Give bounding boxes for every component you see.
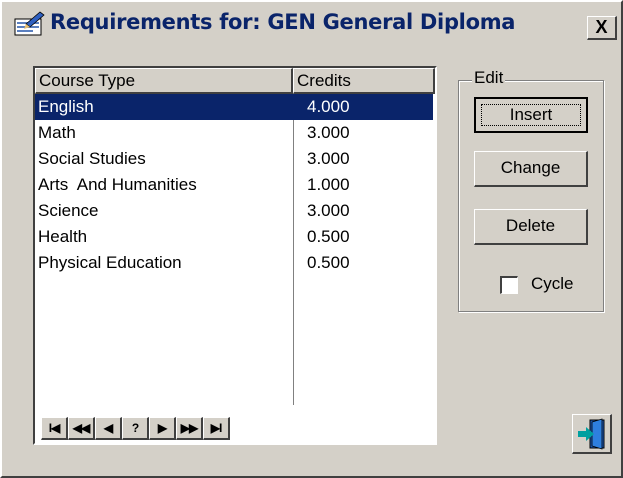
title-bar: Requirements for: GEN General Diploma X xyxy=(4,4,619,44)
close-icon: X xyxy=(595,17,608,37)
change-button-label: Change xyxy=(500,158,561,177)
exit-door-icon xyxy=(578,418,605,450)
list-row-arts-and-humanities[interactable]: Arts And Humanities 1.000 xyxy=(35,172,433,198)
course-type-cell: English xyxy=(38,97,94,116)
credits-cell: 3.000 xyxy=(307,201,350,220)
edit-group-label: Edit xyxy=(472,68,506,88)
delete-button-label: Delete xyxy=(505,216,556,235)
credits-cell: 1.000 xyxy=(307,175,350,194)
course-type-cell: Social Studies xyxy=(38,149,146,168)
close-button[interactable]: X xyxy=(587,16,617,40)
record-navigator: I◀ ◀◀ ◀ ? ▶ ▶▶ ▶I xyxy=(41,417,230,440)
column-header-credits[interactable]: Credits xyxy=(293,68,435,94)
list-row-physical-education[interactable]: Physical Education 0.500 xyxy=(35,250,433,276)
focus-rectangle xyxy=(481,104,581,126)
next-page-button[interactable]: ▶▶ xyxy=(176,417,203,440)
insert-button[interactable]: Insert xyxy=(474,97,588,133)
last-record-button[interactable]: ▶I xyxy=(203,417,230,440)
delete-button[interactable]: Delete xyxy=(474,209,588,245)
first-record-button[interactable]: I◀ xyxy=(41,417,68,440)
credits-cell: 3.000 xyxy=(307,149,350,168)
window-title: Requirements for: GEN General Diploma xyxy=(50,10,516,34)
requirements-window: Requirements for: GEN General Diploma X … xyxy=(0,0,623,478)
cycle-checkbox[interactable] xyxy=(500,276,518,294)
credits-cell: 4.000 xyxy=(307,97,350,116)
prior-record-button[interactable]: ◀ xyxy=(95,417,122,440)
cycle-checkbox-label[interactable]: Cycle xyxy=(531,274,574,294)
course-type-cell: Physical Education xyxy=(38,253,182,272)
credits-cell: 3.000 xyxy=(307,123,350,142)
credits-cell: 0.500 xyxy=(307,227,350,246)
list-row-social-studies[interactable]: Social Studies 3.000 xyxy=(35,146,433,172)
list-row-science[interactable]: Science 3.000 xyxy=(35,198,433,224)
search-record-button[interactable]: ? xyxy=(122,417,149,440)
course-type-cell: Math xyxy=(38,123,76,142)
list-row-english[interactable]: English 4.000 xyxy=(35,94,433,120)
course-requirements-list[interactable]: Course Type Credits English 4.000 Math 3… xyxy=(33,66,437,445)
next-record-button[interactable]: ▶ xyxy=(149,417,176,440)
clipboard-pen-icon xyxy=(14,11,45,36)
exit-button[interactable] xyxy=(572,414,612,454)
change-button[interactable]: Change xyxy=(474,151,588,187)
course-type-cell: Science xyxy=(38,201,99,220)
list-row-health[interactable]: Health 0.500 xyxy=(35,224,433,250)
prior-page-button[interactable]: ◀◀ xyxy=(68,417,95,440)
course-type-cell: Arts And Humanities xyxy=(38,175,197,194)
credits-cell: 0.500 xyxy=(307,253,350,272)
column-header-course-type[interactable]: Course Type xyxy=(35,68,293,94)
course-type-cell: Health xyxy=(38,227,88,246)
list-row-math[interactable]: Math 3.000 xyxy=(35,120,433,146)
